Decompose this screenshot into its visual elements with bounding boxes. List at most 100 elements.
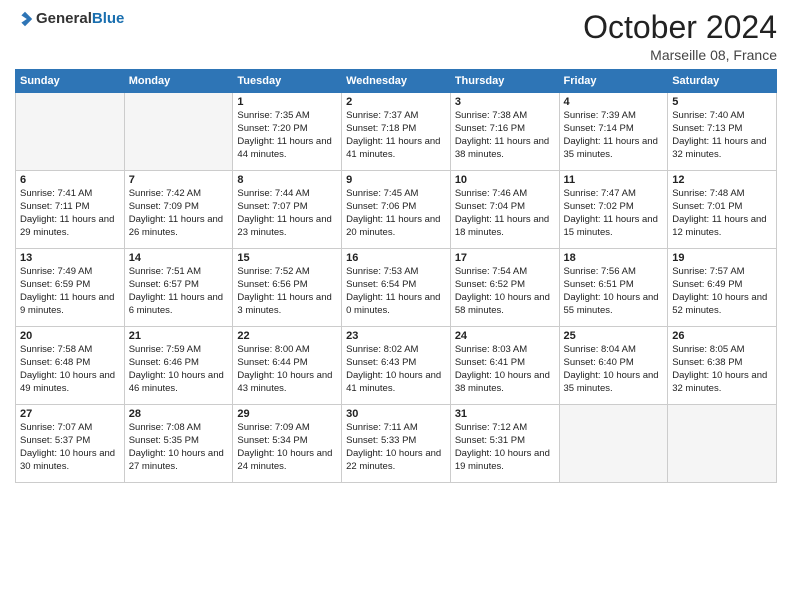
calendar-cell: 3Sunrise: 7:38 AMSunset: 7:16 PMDaylight… <box>450 93 559 171</box>
daylight-text: Daylight: 11 hours and <box>672 136 772 149</box>
day-number: 20 <box>20 330 120 342</box>
day-number: 1 <box>237 96 337 108</box>
calendar-cell: 15Sunrise: 7:52 AMSunset: 6:56 PMDayligh… <box>233 249 342 327</box>
sunrise-text: Sunrise: 7:12 AM <box>455 422 555 435</box>
calendar-cell: 8Sunrise: 7:44 AMSunset: 7:07 PMDaylight… <box>233 171 342 249</box>
sunset-text: Sunset: 6:56 PM <box>237 279 337 292</box>
sunrise-text: Sunrise: 7:57 AM <box>672 266 772 279</box>
calendar-cell: 11Sunrise: 7:47 AMSunset: 7:02 PMDayligh… <box>559 171 668 249</box>
daylight-text: Daylight: 10 hours and <box>237 370 337 383</box>
sunrise-text: Sunrise: 7:35 AM <box>237 110 337 123</box>
calendar-cell: 19Sunrise: 7:57 AMSunset: 6:49 PMDayligh… <box>668 249 777 327</box>
daylight-minutes-text: 38 minutes. <box>455 383 555 396</box>
daylight-minutes-text: 58 minutes. <box>455 305 555 318</box>
calendar-cell <box>124 93 233 171</box>
sunrise-text: Sunrise: 7:08 AM <box>129 422 229 435</box>
daylight-text: Daylight: 10 hours and <box>346 448 446 461</box>
calendar-cell: 23Sunrise: 8:02 AMSunset: 6:43 PMDayligh… <box>342 327 451 405</box>
sunset-text: Sunset: 5:34 PM <box>237 435 337 448</box>
daylight-text: Daylight: 11 hours and <box>346 214 446 227</box>
sunset-text: Sunset: 5:35 PM <box>129 435 229 448</box>
sunset-text: Sunset: 6:41 PM <box>455 357 555 370</box>
calendar-cell: 25Sunrise: 8:04 AMSunset: 6:40 PMDayligh… <box>559 327 668 405</box>
daylight-minutes-text: 35 minutes. <box>564 149 664 162</box>
daylight-minutes-text: 43 minutes. <box>237 383 337 396</box>
col-thursday: Thursday <box>450 70 559 93</box>
daylight-text: Daylight: 10 hours and <box>672 370 772 383</box>
sunset-text: Sunset: 7:04 PM <box>455 201 555 214</box>
daylight-minutes-text: 55 minutes. <box>564 305 664 318</box>
daylight-text: Daylight: 10 hours and <box>564 292 664 305</box>
header: GeneralBlue October 2024 Marseille 08, F… <box>15 10 777 63</box>
calendar-cell <box>668 405 777 483</box>
daylight-minutes-text: 44 minutes. <box>237 149 337 162</box>
sunrise-text: Sunrise: 7:47 AM <box>564 188 664 201</box>
daylight-text: Daylight: 11 hours and <box>564 136 664 149</box>
sunset-text: Sunset: 5:33 PM <box>346 435 446 448</box>
calendar-cell: 24Sunrise: 8:03 AMSunset: 6:41 PMDayligh… <box>450 327 559 405</box>
calendar-cell: 6Sunrise: 7:41 AMSunset: 7:11 PMDaylight… <box>16 171 125 249</box>
calendar-week-5: 27Sunrise: 7:07 AMSunset: 5:37 PMDayligh… <box>16 405 777 483</box>
daylight-minutes-text: 15 minutes. <box>564 227 664 240</box>
daylight-minutes-text: 9 minutes. <box>20 305 120 318</box>
sunrise-text: Sunrise: 8:05 AM <box>672 344 772 357</box>
day-number: 19 <box>672 252 772 264</box>
daylight-text: Daylight: 10 hours and <box>129 448 229 461</box>
daylight-text: Daylight: 11 hours and <box>455 214 555 227</box>
daylight-minutes-text: 30 minutes. <box>20 461 120 474</box>
sunset-text: Sunset: 7:14 PM <box>564 123 664 136</box>
daylight-text: Daylight: 11 hours and <box>455 136 555 149</box>
daylight-text: Daylight: 10 hours and <box>129 370 229 383</box>
sunset-text: Sunset: 6:59 PM <box>20 279 120 292</box>
calendar-cell: 21Sunrise: 7:59 AMSunset: 6:46 PMDayligh… <box>124 327 233 405</box>
daylight-minutes-text: 46 minutes. <box>129 383 229 396</box>
calendar-cell: 14Sunrise: 7:51 AMSunset: 6:57 PMDayligh… <box>124 249 233 327</box>
calendar-cell: 2Sunrise: 7:37 AMSunset: 7:18 PMDaylight… <box>342 93 451 171</box>
calendar-cell: 29Sunrise: 7:09 AMSunset: 5:34 PMDayligh… <box>233 405 342 483</box>
sunrise-text: Sunrise: 7:49 AM <box>20 266 120 279</box>
calendar-cell: 5Sunrise: 7:40 AMSunset: 7:13 PMDaylight… <box>668 93 777 171</box>
daylight-minutes-text: 41 minutes. <box>346 149 446 162</box>
day-number: 17 <box>455 252 555 264</box>
sunrise-text: Sunrise: 7:58 AM <box>20 344 120 357</box>
day-number: 3 <box>455 96 555 108</box>
sunset-text: Sunset: 6:49 PM <box>672 279 772 292</box>
day-number: 21 <box>129 330 229 342</box>
calendar-cell: 12Sunrise: 7:48 AMSunset: 7:01 PMDayligh… <box>668 171 777 249</box>
sunset-text: Sunset: 7:18 PM <box>346 123 446 136</box>
daylight-text: Daylight: 11 hours and <box>564 214 664 227</box>
sunset-text: Sunset: 6:51 PM <box>564 279 664 292</box>
calendar-cell: 17Sunrise: 7:54 AMSunset: 6:52 PMDayligh… <box>450 249 559 327</box>
daylight-minutes-text: 23 minutes. <box>237 227 337 240</box>
day-number: 4 <box>564 96 664 108</box>
calendar-cell <box>16 93 125 171</box>
logo: GeneralBlue <box>15 10 124 28</box>
day-number: 27 <box>20 408 120 420</box>
sunrise-text: Sunrise: 8:04 AM <box>564 344 664 357</box>
daylight-text: Daylight: 11 hours and <box>20 214 120 227</box>
sunset-text: Sunset: 6:48 PM <box>20 357 120 370</box>
sunset-text: Sunset: 7:11 PM <box>20 201 120 214</box>
calendar-cell: 20Sunrise: 7:58 AMSunset: 6:48 PMDayligh… <box>16 327 125 405</box>
calendar-cell: 4 Sunrise: 7:39 AMSunset: 7:14 PMDaylight… <box>559 93 668 171</box>
day-number: 13 <box>20 252 120 264</box>
daylight-minutes-text: 32 minutes. <box>672 383 772 396</box>
day-number: 7 <box>129 174 229 186</box>
day-number: 23 <box>346 330 446 342</box>
sunset-text: Sunset: 7:02 PM <box>564 201 664 214</box>
daylight-minutes-text: 52 minutes. <box>672 305 772 318</box>
col-monday: Monday <box>124 70 233 93</box>
sunrise-text: Sunrise: 7:39 AM <box>564 110 664 123</box>
day-number: 2 <box>346 96 446 108</box>
day-number: 18 <box>564 252 664 264</box>
sunrise-text: Sunrise: 7:40 AM <box>672 110 772 123</box>
sunset-text: Sunset: 7:20 PM <box>237 123 337 136</box>
calendar-page: GeneralBlue October 2024 Marseille 08, F… <box>0 0 792 612</box>
sunrise-text: Sunrise: 7:09 AM <box>237 422 337 435</box>
calendar-cell: 31Sunrise: 7:12 AMSunset: 5:31 PMDayligh… <box>450 405 559 483</box>
day-number: 29 <box>237 408 337 420</box>
sunset-text: Sunset: 5:37 PM <box>20 435 120 448</box>
daylight-text: Daylight: 11 hours and <box>129 292 229 305</box>
daylight-text: Daylight: 10 hours and <box>455 448 555 461</box>
daylight-text: Daylight: 10 hours and <box>455 292 555 305</box>
